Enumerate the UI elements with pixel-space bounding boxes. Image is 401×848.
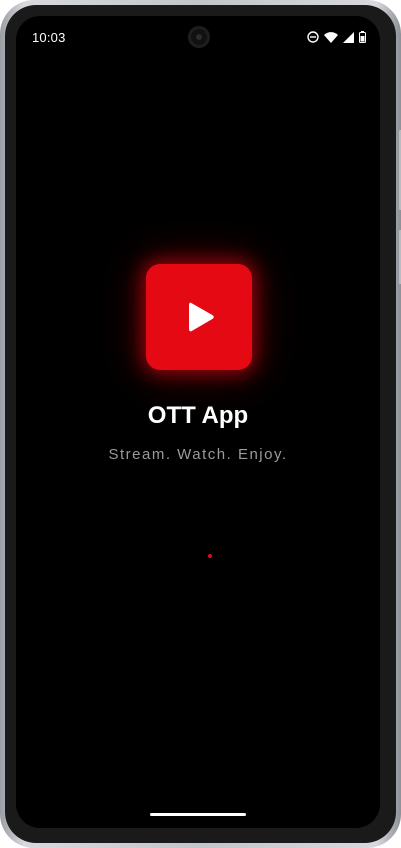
status-icons — [307, 30, 366, 44]
home-indicator[interactable] — [150, 813, 246, 816]
play-icon — [189, 302, 214, 332]
do-not-disturb-icon — [307, 31, 319, 43]
status-time: 10:03 — [32, 30, 66, 45]
loading-indicator — [208, 554, 212, 558]
battery-icon — [359, 31, 366, 43]
app-logo — [146, 264, 252, 370]
status-bar: 10:03 — [16, 16, 380, 58]
splash-screen: 10:03 OTT App Stream. Watch. Enjoy. — [16, 16, 380, 828]
wifi-icon — [324, 31, 338, 43]
app-tagline: Stream. Watch. Enjoy. — [108, 446, 288, 463]
app-title: OTT App — [147, 402, 249, 429]
cellular-signal-icon — [343, 31, 354, 43]
phone-frame: 10:03 OTT App Stream. Watch. Enjoy. — [0, 0, 401, 848]
front-camera — [188, 26, 210, 48]
